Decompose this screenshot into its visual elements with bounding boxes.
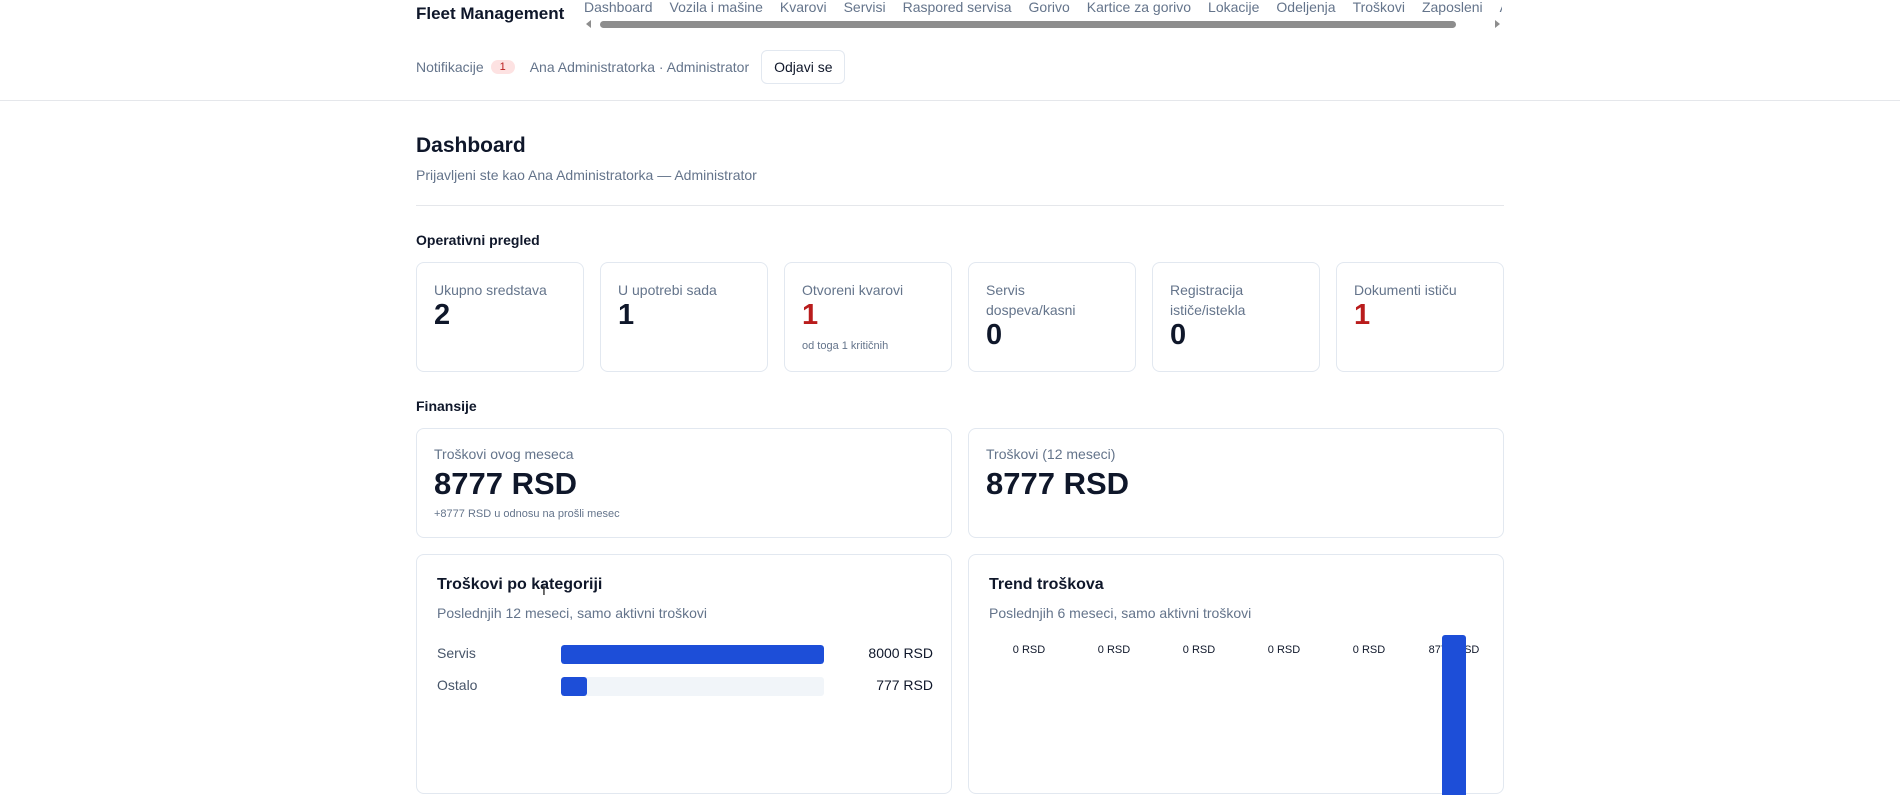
section-title-finance: Finansije bbox=[416, 398, 477, 414]
page-title: Dashboard bbox=[416, 134, 526, 157]
nav-item-fuel[interactable]: Gorivo bbox=[1029, 0, 1070, 15]
panel-subtitle: Poslednjih 12 meseci, samo aktivni trošk… bbox=[437, 605, 708, 621]
nav-item-fuel-cards[interactable]: Kartice za gorivo bbox=[1087, 0, 1191, 15]
trend-value-label: 0 RSD bbox=[1097, 644, 1131, 656]
stat-card-documents[interactable]: Dokumenti ističu 1 bbox=[1336, 262, 1504, 372]
user-bar: Notifikacije 1 Ana Administratorka · Adm… bbox=[416, 50, 846, 84]
nav-item-locations[interactable]: Lokacije bbox=[1208, 0, 1259, 15]
finance-label: Troškovi (12 meseci) bbox=[986, 446, 1116, 462]
nav-item-vehicles[interactable]: Vozila i mašine bbox=[670, 0, 763, 15]
category-bar-track bbox=[561, 677, 824, 696]
panel-subtitle: Poslednjih 6 meseci, samo aktivni troško… bbox=[989, 605, 1252, 621]
section-title-operational: Operativni pregled bbox=[416, 232, 540, 248]
trend-value-label: 0 RSD bbox=[1182, 644, 1216, 656]
category-bar bbox=[561, 645, 824, 664]
category-name: Ostalo bbox=[437, 677, 478, 693]
finance-label: Troškovi ovog meseca bbox=[434, 446, 574, 462]
divider bbox=[416, 205, 1504, 206]
trend-value-label: 0 RSD bbox=[1352, 644, 1386, 656]
trend-value-label: 0 RSD bbox=[1012, 644, 1046, 656]
nav-item-more[interactable]: A bbox=[1500, 0, 1502, 15]
panel-costs-by-category: Troškovi po kategoriji Poslednjih 12 mes… bbox=[416, 554, 952, 794]
category-row: Servis 8000 RSD bbox=[437, 643, 933, 665]
brand-title: Fleet Management bbox=[416, 4, 565, 23]
main-nav: Dashboard Vozila i mašine Kvarovi Servis… bbox=[584, 0, 1502, 32]
nav-item-service-schedule[interactable]: Raspored servisa bbox=[903, 0, 1012, 15]
panel-cost-trend: Trend troškova Poslednjih 6 meseci, samo… bbox=[968, 554, 1504, 795]
notifications-count-badge[interactable]: 1 bbox=[490, 60, 515, 74]
stat-card-registration[interactable]: Registracija ističe/istekla 0 bbox=[1152, 262, 1320, 372]
nav-item-departments[interactable]: Odeljenja bbox=[1276, 0, 1335, 15]
stat-label: U upotrebi sada bbox=[618, 282, 717, 298]
category-value: 8000 RSD bbox=[868, 645, 933, 661]
nav-item-services[interactable]: Servisi bbox=[844, 0, 886, 15]
stat-value: 2 bbox=[434, 299, 451, 331]
stat-label: Otvoreni kvarovi bbox=[802, 282, 904, 298]
finance-value: 8777 RSD bbox=[434, 466, 578, 501]
stat-value: 0 bbox=[986, 319, 1003, 351]
nav-item-faults[interactable]: Kvarovi bbox=[780, 0, 827, 15]
top-header: Fleet Management Dashboard Vozila i maši… bbox=[0, 0, 1900, 101]
scrollbar-thumb[interactable] bbox=[600, 21, 1456, 28]
nav-item-dashboard[interactable]: Dashboard bbox=[584, 0, 653, 15]
text-cursor-icon: I bbox=[542, 582, 546, 598]
finance-card-year: Troškovi (12 meseci) 8777 RSD bbox=[968, 428, 1504, 538]
current-user: Ana Administratorka · Administrator bbox=[529, 59, 750, 75]
stat-note: od toga 1 kritičnih bbox=[802, 340, 889, 352]
notifications-link[interactable]: Notifikacije bbox=[416, 59, 484, 75]
trend-bar bbox=[1442, 635, 1466, 795]
stat-label: Servis dospeva/kasni bbox=[986, 282, 1076, 318]
scroll-left-icon[interactable] bbox=[586, 20, 591, 28]
trend-value-label: 0 RSD bbox=[1267, 644, 1301, 656]
panel-title: Trend troškova bbox=[989, 576, 1104, 593]
category-bar-track bbox=[561, 645, 824, 664]
stat-value: 1 bbox=[1354, 299, 1371, 331]
category-bar bbox=[561, 677, 587, 696]
panel-title: Troškovi po kategoriji bbox=[437, 576, 603, 593]
stat-label: Ukupno sredstava bbox=[434, 282, 547, 298]
stat-label: Registracija ističe/istekla bbox=[1170, 282, 1246, 318]
nav-item-costs[interactable]: Troškovi bbox=[1353, 0, 1405, 15]
stat-card-total-assets[interactable]: Ukupno sredstava 2 bbox=[416, 262, 584, 372]
page-subtitle: Prijavljeni ste kao Ana Administratorka … bbox=[416, 167, 757, 183]
finance-card-month: Troškovi ovog meseca 8777 RSD +8777 RSD … bbox=[416, 428, 952, 538]
stat-card-service-due[interactable]: Servis dospeva/kasni 0 bbox=[968, 262, 1136, 372]
stat-value: 0 bbox=[1170, 319, 1187, 351]
stat-card-in-use[interactable]: U upotrebi sada 1 bbox=[600, 262, 768, 372]
finance-note: +8777 RSD u odnosu na prošli mesec bbox=[434, 508, 620, 520]
logout-button[interactable]: Odjavi se bbox=[761, 50, 846, 84]
nav-scrollbar[interactable] bbox=[584, 18, 1502, 30]
stat-card-open-faults[interactable]: Otvoreni kvarovi 1 od toga 1 kritičnih bbox=[784, 262, 952, 372]
finance-value: 8777 RSD bbox=[986, 466, 1130, 501]
stat-value: 1 bbox=[802, 299, 819, 331]
stat-label: Dokumenti ističu bbox=[1354, 282, 1457, 298]
category-value: 777 RSD bbox=[876, 677, 933, 693]
stat-value: 1 bbox=[618, 299, 635, 331]
nav-item-employees[interactable]: Zaposleni bbox=[1422, 0, 1483, 15]
category-row: Ostalo 777 RSD bbox=[437, 675, 933, 697]
scroll-right-icon[interactable] bbox=[1495, 20, 1500, 28]
category-name: Servis bbox=[437, 645, 476, 661]
